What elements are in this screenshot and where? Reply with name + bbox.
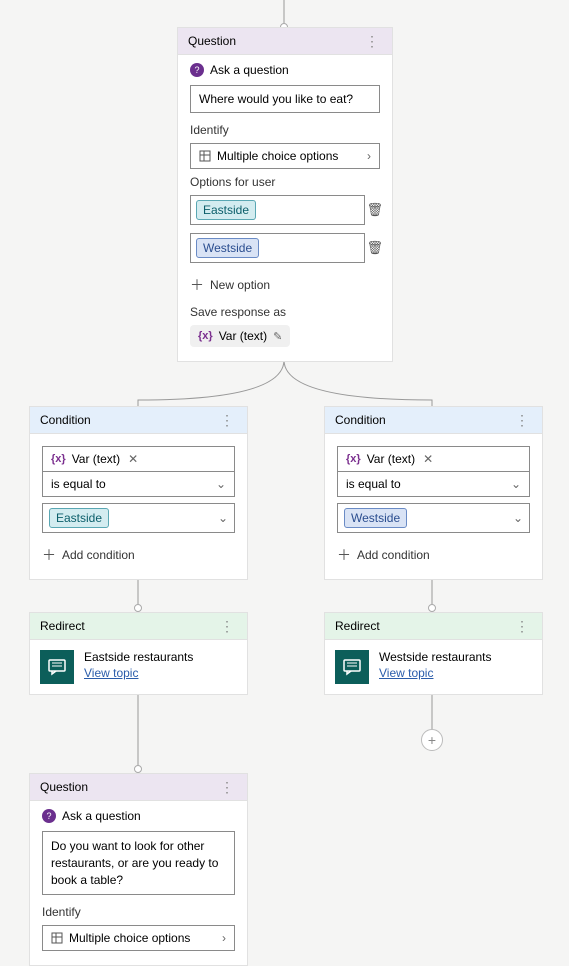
operator-value: is equal to <box>346 477 401 491</box>
ask-question-label: Ask a question <box>210 63 289 77</box>
redirect-title: Eastside restaurants <box>84 650 193 664</box>
option-input[interactable]: Eastside <box>190 195 365 225</box>
add-condition-label: Add condition <box>357 548 430 562</box>
option-chip: Westside <box>196 238 259 258</box>
redirect-title: Westside restaurants <box>379 650 492 664</box>
node-header: Condition ⋮ <box>30 407 247 434</box>
variable-name: Var (text) <box>72 452 120 466</box>
save-response-label: Save response as <box>190 305 380 319</box>
value-chip: Eastside <box>49 508 109 528</box>
variable-name: Var (text) <box>367 452 415 466</box>
new-option-label: New option <box>210 278 270 292</box>
identify-select[interactable]: Multiple choice options › <box>42 925 235 951</box>
condition-node-2[interactable]: Condition ⋮ {x} Var (text) ✕ is equal to… <box>324 406 543 580</box>
variable-icon: {x} <box>198 330 213 342</box>
save-response-chip[interactable]: {x} Var (text) ✎ <box>190 325 290 347</box>
ask-question-row: ? Ask a question <box>42 809 235 823</box>
more-menu-icon[interactable]: ⋮ <box>218 413 237 427</box>
identify-label: Identify <box>42 905 235 919</box>
question-node-2[interactable]: Question ⋮ ? Ask a question Do you want … <box>29 773 248 966</box>
chevron-down-icon: ⌄ <box>216 477 226 491</box>
question-icon: ? <box>190 63 204 77</box>
question-text-input[interactable]: Do you want to look for other restaurant… <box>42 831 235 895</box>
node-header: Question ⋮ <box>30 774 247 801</box>
plus-icon: ＋ <box>337 545 351 565</box>
operator-value: is equal to <box>51 477 106 491</box>
chevron-down-icon: ⌄ <box>513 511 523 525</box>
port <box>134 765 142 773</box>
view-topic-link[interactable]: View topic <box>379 666 433 680</box>
entity-icon <box>51 932 63 944</box>
port <box>134 604 142 612</box>
plus-icon: ＋ <box>190 275 204 295</box>
option-row: Eastside 🗑 <box>190 195 380 225</box>
chevron-right-icon: › <box>367 149 371 163</box>
add-condition-button[interactable]: ＋ Add condition <box>42 533 235 565</box>
plus-icon: ＋ <box>42 545 56 565</box>
topic-icon <box>335 650 369 684</box>
option-input[interactable]: Westside <box>190 233 365 263</box>
node-title: Condition <box>40 413 91 427</box>
value-chip: Westside <box>344 508 407 528</box>
add-condition-button[interactable]: ＋ Add condition <box>337 533 530 565</box>
delete-icon[interactable]: 🗑 <box>366 240 383 256</box>
node-header: Redirect ⋮ <box>325 613 542 640</box>
condition-variable-field[interactable]: {x} Var (text) ✕ <box>42 446 235 472</box>
node-title: Redirect <box>40 619 85 633</box>
redirect-node-1[interactable]: Redirect ⋮ Eastside restaurants View top… <box>29 612 248 695</box>
node-title: Question <box>188 34 236 48</box>
node-title: Question <box>40 780 88 794</box>
variable-icon: {x} <box>346 453 361 465</box>
value-select[interactable]: Westside ⌄ <box>337 503 530 533</box>
ask-question-row: ? Ask a question <box>190 63 380 77</box>
more-menu-icon[interactable]: ⋮ <box>363 34 382 48</box>
options-label: Options for user <box>190 175 380 189</box>
more-menu-icon[interactable]: ⋮ <box>218 619 237 633</box>
identify-select[interactable]: Multiple choice options › <box>190 143 380 169</box>
operator-select[interactable]: is equal to ⌄ <box>337 472 530 497</box>
more-menu-icon[interactable]: ⋮ <box>513 619 532 633</box>
clear-icon[interactable]: ✕ <box>128 452 138 466</box>
new-option-button[interactable]: ＋ New option <box>190 271 380 299</box>
entity-icon <box>199 150 211 162</box>
variable-icon: {x} <box>51 453 66 465</box>
variable-name: Var (text) <box>219 329 267 343</box>
delete-icon[interactable]: 🗑 <box>366 202 383 218</box>
condition-node-1[interactable]: Condition ⋮ {x} Var (text) ✕ is equal to… <box>29 406 248 580</box>
node-title: Redirect <box>335 619 380 633</box>
value-select[interactable]: Eastside ⌄ <box>42 503 235 533</box>
operator-select[interactable]: is equal to ⌄ <box>42 472 235 497</box>
question-node-1[interactable]: Question ⋮ ? Ask a question Where would … <box>177 27 393 362</box>
identify-value: Multiple choice options <box>69 931 190 945</box>
identify-value: Multiple choice options <box>217 149 338 163</box>
port <box>428 604 436 612</box>
node-title: Condition <box>335 413 386 427</box>
ask-question-label: Ask a question <box>62 809 141 823</box>
more-menu-icon[interactable]: ⋮ <box>218 780 237 794</box>
redirect-node-2[interactable]: Redirect ⋮ Westside restaurants View top… <box>324 612 543 695</box>
chevron-down-icon: ⌄ <box>511 477 521 491</box>
clear-icon[interactable]: ✕ <box>423 452 433 466</box>
question-text-input[interactable]: Where would you like to eat? <box>190 85 380 113</box>
view-topic-link[interactable]: View topic <box>84 666 138 680</box>
add-node-button[interactable]: + <box>421 729 443 751</box>
edit-icon[interactable]: ✎ <box>273 330 282 343</box>
option-row: Westside 🗑 <box>190 233 380 263</box>
identify-label: Identify <box>190 123 380 137</box>
node-header: Redirect ⋮ <box>30 613 247 640</box>
node-header: Condition ⋮ <box>325 407 542 434</box>
question-icon: ? <box>42 809 56 823</box>
chevron-down-icon: ⌄ <box>218 511 228 525</box>
more-menu-icon[interactable]: ⋮ <box>513 413 532 427</box>
condition-variable-field[interactable]: {x} Var (text) ✕ <box>337 446 530 472</box>
node-header: Question ⋮ <box>178 28 392 55</box>
chevron-right-icon: › <box>222 931 226 945</box>
add-condition-label: Add condition <box>62 548 135 562</box>
topic-icon <box>40 650 74 684</box>
option-chip: Eastside <box>196 200 256 220</box>
